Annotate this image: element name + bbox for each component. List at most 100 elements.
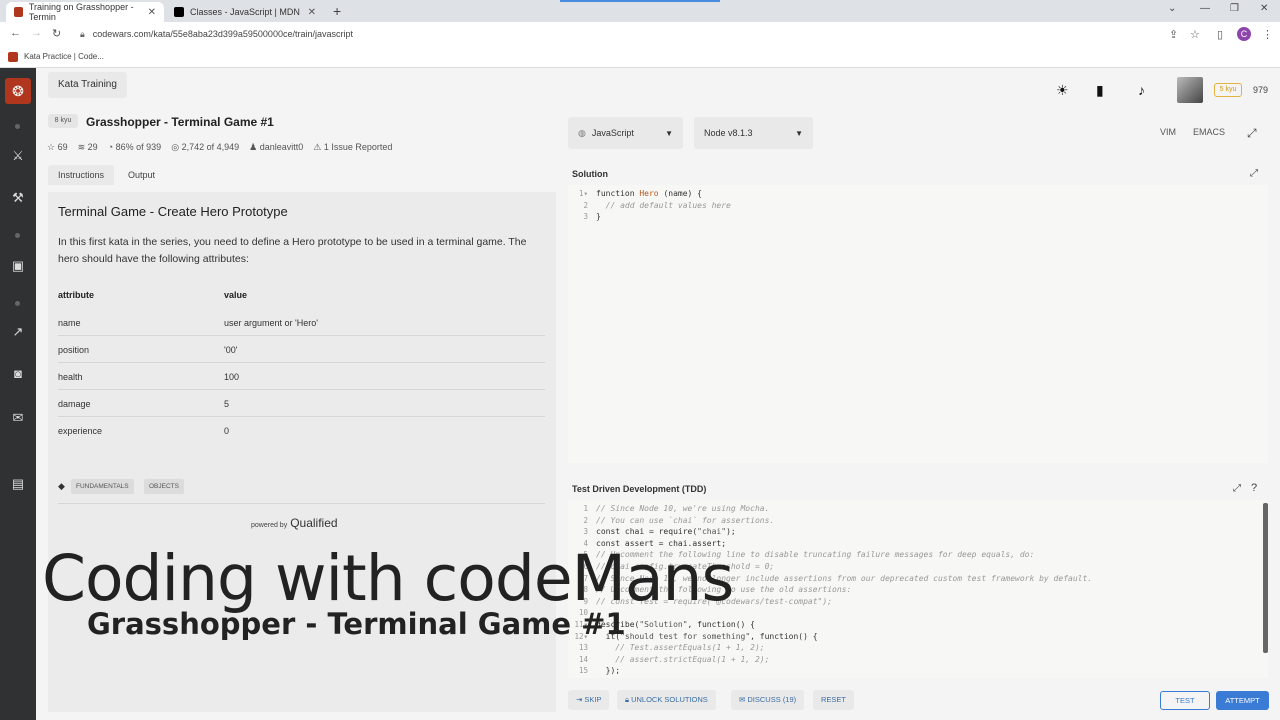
- tag-fundamentals[interactable]: FUNDAMENTALS: [71, 479, 134, 494]
- codewars-favicon-icon: [14, 7, 23, 17]
- attribute-name: name: [58, 318, 81, 328]
- discuss-button[interactable]: ✉ DISCUSS (19): [731, 690, 805, 710]
- browser-tab-codewars[interactable]: Training on Grasshopper - Termin ✕: [6, 2, 164, 22]
- collections-stat: ≋ 29: [77, 142, 98, 152]
- issues-link[interactable]: ⚠ 1 Issue Reported: [313, 142, 392, 153]
- notification-bell-icon[interactable]: ♪: [1138, 82, 1145, 98]
- language-select[interactable]: ◍ JavaScript ▼: [568, 117, 683, 149]
- briefcase-icon[interactable]: ▣: [10, 258, 26, 274]
- tests-scrollbar[interactable]: [1263, 503, 1268, 653]
- profile-avatar[interactable]: C: [1237, 27, 1251, 41]
- star-icon: ☆: [47, 142, 56, 152]
- attribute-name: position: [58, 345, 90, 355]
- column-header-attribute: attribute: [58, 290, 94, 300]
- window-close-icon[interactable]: ✕: [1260, 3, 1268, 14]
- url-field[interactable]: 🔒︎ codewars.com/kata/55e8aba23d399a59500…: [80, 25, 1160, 43]
- tab-output[interactable]: Output: [118, 165, 165, 185]
- share-icon[interactable]: ⇪: [1169, 28, 1178, 41]
- new-tab-button[interactable]: +: [333, 3, 341, 19]
- close-icon[interactable]: ✕: [148, 7, 156, 18]
- help-icon[interactable]: ?: [1251, 482, 1257, 494]
- unlock-solutions-button[interactable]: 🔒︎ UNLOCK SOLUTIONS: [617, 690, 716, 710]
- forward-icon[interactable]: →: [31, 27, 42, 39]
- sidebar: ❂ ⚔ ⚒ ▣ ↗ ◙ ✉ ▤: [0, 68, 36, 720]
- codewars-logo-icon[interactable]: ❂: [5, 78, 31, 104]
- attempt-button[interactable]: ATTEMPT: [1216, 691, 1269, 710]
- kata-training-label: Kata Training: [48, 72, 127, 98]
- divider: [58, 503, 545, 504]
- tag-icon: ◆: [58, 481, 65, 491]
- menu-icon[interactable]: ⋮: [1262, 28, 1273, 41]
- attribute-name: damage: [58, 399, 91, 409]
- attribute-value: 0: [224, 426, 230, 436]
- lock-icon: 🔒︎: [625, 695, 629, 704]
- table-row: position '00': [58, 336, 545, 363]
- solution-code[interactable]: function Hero (name) { // add default va…: [596, 188, 731, 223]
- practice-icon[interactable]: ⚒: [10, 190, 26, 206]
- runtime-select[interactable]: Node v8.1.3 ▼: [694, 117, 813, 149]
- bookmark-icon[interactable]: ▮: [1096, 82, 1104, 99]
- table-row: name user argument or 'Hero': [58, 309, 545, 336]
- user-rank-badge: 5 kyu: [1214, 83, 1242, 97]
- solution-editor[interactable]: [568, 185, 1268, 463]
- discuss-icon: ✉: [739, 695, 746, 704]
- collection-icon: ≋: [77, 142, 86, 152]
- user-honor: 979: [1253, 85, 1269, 95]
- minimize-icon[interactable]: —: [1200, 3, 1210, 14]
- table-row: experience 0: [58, 417, 545, 444]
- chevron-down-icon: ▼: [665, 128, 673, 138]
- sidebar-dot: [15, 233, 20, 238]
- bookmark-star-icon[interactable]: ☆: [1190, 28, 1200, 41]
- attribute-value: '00': [224, 345, 238, 355]
- instructions-title: Terminal Game - Create Hero Prototype: [58, 204, 288, 219]
- test-button[interactable]: TEST: [1160, 691, 1210, 710]
- attribute-name: health: [58, 372, 83, 382]
- column-header-value: value: [224, 290, 248, 300]
- sidepanel-icon[interactable]: ▯: [1217, 28, 1223, 41]
- emacs-mode-button[interactable]: EMACS: [1193, 127, 1225, 137]
- user-icon: ♟: [249, 142, 258, 152]
- tag-objects[interactable]: OBJECTS: [144, 479, 184, 494]
- attribute-value: 5: [224, 399, 230, 409]
- bookmarks-bar: Kata Practice | Code...: [0, 46, 1280, 68]
- close-icon[interactable]: ✕: [308, 7, 316, 18]
- powered-by-qualified[interactable]: powered by Qualified: [251, 516, 338, 530]
- warning-icon: ⚠: [313, 142, 322, 152]
- reset-button[interactable]: RESET: [813, 690, 855, 710]
- reload-icon[interactable]: ↻: [52, 27, 61, 40]
- skip-icon: ⇥: [576, 695, 583, 704]
- restore-icon[interactable]: ❐: [1230, 3, 1239, 14]
- sidebar-dot: [15, 301, 20, 306]
- loading-bar: [560, 0, 720, 2]
- bookmark-kata-practice[interactable]: Kata Practice | Code...: [24, 52, 104, 61]
- docs-book-icon[interactable]: ▤: [10, 476, 26, 492]
- chat-icon[interactable]: ✉: [10, 410, 26, 426]
- browser-tab-mdn[interactable]: Classes - JavaScript | MDN ✕: [166, 2, 324, 22]
- vim-mode-button[interactable]: VIM: [1160, 127, 1176, 137]
- lock-icon: 🔒︎: [80, 28, 85, 39]
- expand-icon[interactable]: ⤢: [1250, 168, 1258, 179]
- instructions-paragraph: In this first kata in the series, you ne…: [58, 236, 527, 265]
- overlay-subtitle: Grasshopper - Terminal Game #1: [87, 607, 626, 641]
- tab-search-icon[interactable]: ⌄: [1168, 3, 1176, 14]
- training-icon[interactable]: ⚔: [10, 148, 26, 164]
- skip-button[interactable]: ⇥ SKIP: [568, 690, 610, 710]
- fullscreen-icon[interactable]: ⤢: [1247, 126, 1257, 141]
- theme-sun-icon[interactable]: ☀: [1056, 82, 1069, 99]
- leaderboard-icon[interactable]: ↗: [10, 324, 26, 340]
- attribute-name: experience: [58, 426, 103, 436]
- stars-stat[interactable]: ☆ 69: [47, 142, 68, 153]
- kata-rank-badge: 8 kyu: [48, 114, 78, 128]
- expand-icon[interactable]: ⤢: [1233, 483, 1241, 494]
- completed-stat: ◎ 2,742 of 4,949: [171, 142, 240, 152]
- tab-instructions[interactable]: Instructions: [48, 165, 115, 185]
- attribute-value: 100: [224, 372, 240, 382]
- user-avatar[interactable]: [1177, 77, 1203, 103]
- solution-gutter: 1▾ 2 3: [578, 189, 588, 222]
- satisfaction-icon: ◔: [107, 142, 114, 152]
- satisfaction-stat: ◔ 86% of 939: [107, 142, 162, 152]
- instructions-panel-bottom: [48, 680, 556, 712]
- back-icon[interactable]: ←: [10, 27, 21, 39]
- author-link[interactable]: ♟ danleavitt0: [249, 142, 303, 153]
- discord-icon[interactable]: ◙: [10, 366, 26, 382]
